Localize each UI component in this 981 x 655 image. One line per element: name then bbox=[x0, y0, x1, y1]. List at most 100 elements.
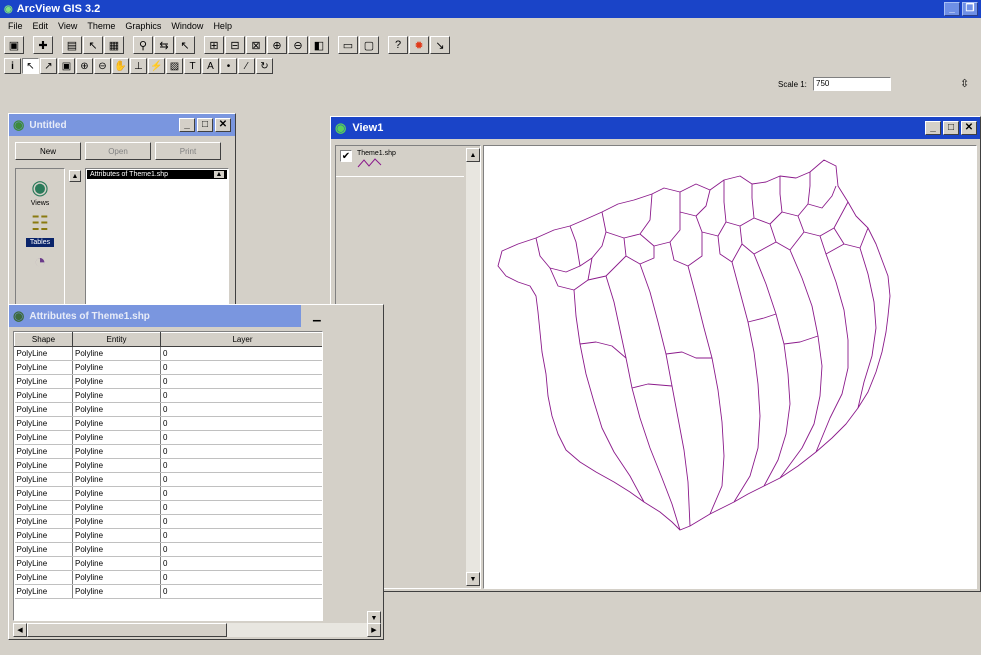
zoom-out-tool-icon[interactable]: ⊖ bbox=[94, 58, 111, 74]
edit-legend-icon[interactable]: ↖ bbox=[83, 36, 103, 54]
cell-entity[interactable]: Polyline bbox=[72, 556, 161, 571]
theme-properties-icon[interactable]: ▤ bbox=[62, 36, 82, 54]
table-row[interactable]: PolyLine Polyline 0 bbox=[14, 500, 322, 515]
pointer-help-icon[interactable]: ↘ bbox=[430, 36, 450, 54]
close-button[interactable]: ✕ bbox=[215, 118, 231, 132]
cell-layer[interactable]: 0 bbox=[160, 486, 322, 501]
pan-icon[interactable]: ✋ bbox=[112, 58, 129, 74]
cell-shape[interactable]: PolyLine bbox=[14, 486, 73, 501]
measure-icon[interactable]: ⊥ bbox=[130, 58, 147, 74]
toc-scroll-down-icon[interactable]: ▼ bbox=[466, 572, 480, 586]
table-row[interactable]: PolyLine Polyline 0 bbox=[14, 458, 322, 473]
doc-type-charts[interactable]: ◔ bbox=[16, 251, 64, 274]
menu-window[interactable]: Window bbox=[166, 21, 208, 31]
zoom-in-icon[interactable]: ⊕ bbox=[267, 36, 287, 54]
column-header-entity[interactable]: Entity bbox=[72, 332, 161, 347]
scroll-right-icon[interactable]: ▶ bbox=[367, 623, 381, 637]
cell-shape[interactable]: PolyLine bbox=[14, 472, 73, 487]
add-theme-icon[interactable]: ✚ bbox=[33, 36, 53, 54]
cell-layer[interactable]: 0 bbox=[160, 570, 322, 585]
query-builder-icon[interactable]: ↖ bbox=[175, 36, 195, 54]
snap-icon[interactable]: ↻ bbox=[256, 58, 273, 74]
table-row[interactable]: PolyLine Polyline 0 bbox=[14, 444, 322, 459]
view-window-title-bar[interactable]: ◉ View1 _ □ ✕ bbox=[331, 117, 980, 139]
zoom-active-icon[interactable]: ⊟ bbox=[225, 36, 245, 54]
minimize-button[interactable]: _ bbox=[925, 121, 941, 135]
table-row[interactable]: PolyLine Polyline 0 bbox=[14, 472, 322, 487]
cell-layer[interactable]: 0 bbox=[160, 458, 322, 473]
cell-entity[interactable]: Polyline bbox=[72, 360, 161, 375]
restore-icon[interactable]: ▁ bbox=[313, 311, 321, 322]
cell-entity[interactable]: Polyline bbox=[72, 528, 161, 543]
cell-layer[interactable]: 0 bbox=[160, 360, 322, 375]
cell-shape[interactable]: PolyLine bbox=[14, 528, 73, 543]
cell-layer[interactable]: 0 bbox=[160, 374, 322, 389]
doc-type-scrollbar[interactable]: ▲ bbox=[69, 170, 81, 182]
hotlink-tool-icon[interactable]: ⚡ bbox=[148, 58, 165, 74]
table-row[interactable]: PolyLine Polyline 0 bbox=[14, 416, 322, 431]
table-row[interactable]: PolyLine Polyline 0 bbox=[14, 528, 322, 543]
cell-layer[interactable]: 0 bbox=[160, 500, 322, 515]
zoom-in-tool-icon[interactable]: ⊕ bbox=[76, 58, 93, 74]
table-row[interactable]: PolyLine Polyline 0 bbox=[14, 346, 322, 361]
print-button[interactable]: Print bbox=[155, 142, 221, 160]
locate-address-icon[interactable]: ⇆ bbox=[154, 36, 174, 54]
maximize-button[interactable]: □ bbox=[943, 121, 959, 135]
cell-entity[interactable]: Polyline bbox=[72, 514, 161, 529]
cell-layer[interactable]: 0 bbox=[160, 556, 322, 571]
cell-entity[interactable]: Polyline bbox=[72, 374, 161, 389]
project-window-title-bar[interactable]: ◉ Untitled _ □ ✕ bbox=[9, 114, 235, 136]
table-row[interactable]: PolyLine Polyline 0 bbox=[14, 374, 322, 389]
cell-shape[interactable]: PolyLine bbox=[14, 500, 73, 515]
table-row[interactable]: PolyLine Polyline 0 bbox=[14, 570, 322, 585]
close-button[interactable]: ✕ bbox=[961, 121, 977, 135]
cell-layer[interactable]: 0 bbox=[160, 388, 322, 403]
menu-graphics[interactable]: Graphics bbox=[120, 21, 166, 31]
save-project-icon[interactable]: ▣ bbox=[4, 36, 24, 54]
attribute-table-title-bar[interactable]: ◉ Attributes of Theme1.shp bbox=[9, 305, 301, 327]
identify-icon[interactable]: i bbox=[4, 58, 21, 74]
table-row[interactable]: PolyLine Polyline 0 bbox=[14, 542, 322, 557]
horizontal-scrollbar[interactable]: ◀ ▶ bbox=[13, 623, 381, 637]
cell-entity[interactable]: Polyline bbox=[72, 346, 161, 361]
cell-shape[interactable]: PolyLine bbox=[14, 346, 73, 361]
cell-shape[interactable]: PolyLine bbox=[14, 584, 73, 599]
column-header-layer[interactable]: Layer bbox=[160, 332, 322, 347]
table-row[interactable]: PolyLine Polyline 0 bbox=[14, 388, 322, 403]
open-button[interactable]: Open bbox=[85, 142, 151, 160]
cell-layer[interactable]: 0 bbox=[160, 584, 322, 599]
open-table-icon[interactable]: ▦ bbox=[104, 36, 124, 54]
column-header-shape[interactable]: Shape bbox=[14, 332, 73, 347]
zoom-selected-icon[interactable]: ⊠ bbox=[246, 36, 266, 54]
cell-layer[interactable]: 0 bbox=[160, 430, 322, 445]
cell-shape[interactable]: PolyLine bbox=[14, 430, 73, 445]
zoom-full-icon[interactable]: ⊞ bbox=[204, 36, 224, 54]
cell-shape[interactable]: PolyLine bbox=[14, 402, 73, 417]
cell-shape[interactable]: PolyLine bbox=[14, 570, 73, 585]
hotlink-icon[interactable]: ✹ bbox=[409, 36, 429, 54]
table-row[interactable]: PolyLine Polyline 0 bbox=[14, 514, 322, 529]
cell-shape[interactable]: PolyLine bbox=[14, 514, 73, 529]
cell-entity[interactable]: Polyline bbox=[72, 402, 161, 417]
cell-shape[interactable]: PolyLine bbox=[14, 360, 73, 375]
maximize-button[interactable]: □ bbox=[197, 118, 213, 132]
cell-layer[interactable]: 0 bbox=[160, 514, 322, 529]
cell-entity[interactable]: Polyline bbox=[72, 500, 161, 515]
cell-entity[interactable]: Polyline bbox=[72, 542, 161, 557]
toc-scroll-track[interactable] bbox=[466, 162, 480, 572]
menu-theme[interactable]: Theme bbox=[82, 21, 120, 31]
draw-line-icon[interactable]: ⁄ bbox=[238, 58, 255, 74]
cell-shape[interactable]: PolyLine bbox=[14, 542, 73, 557]
label-icon[interactable]: T bbox=[184, 58, 201, 74]
minimize-button[interactable]: _ bbox=[944, 2, 960, 16]
cell-entity[interactable]: Polyline bbox=[72, 458, 161, 473]
cell-layer[interactable]: 0 bbox=[160, 346, 322, 361]
table-row[interactable]: PolyLine Polyline 0 bbox=[14, 360, 322, 375]
cell-layer[interactable]: 0 bbox=[160, 542, 322, 557]
cell-entity[interactable]: Polyline bbox=[72, 430, 161, 445]
point-icon[interactable]: • bbox=[220, 58, 237, 74]
table-row[interactable]: PolyLine Polyline 0 bbox=[14, 556, 322, 571]
cell-shape[interactable]: PolyLine bbox=[14, 388, 73, 403]
minimize-button[interactable]: _ bbox=[179, 118, 195, 132]
restore-button[interactable]: ❐ bbox=[962, 2, 978, 16]
